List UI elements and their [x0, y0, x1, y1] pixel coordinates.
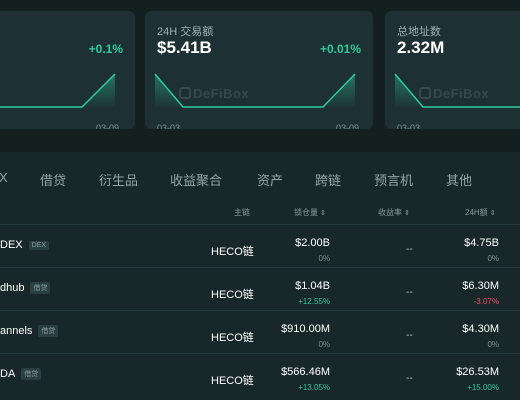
- sort-icon: ⇕: [489, 210, 496, 217]
- defibox-logo-icon: [179, 87, 191, 99]
- tab-lending[interactable]: 借贷: [40, 170, 66, 189]
- volume-change: +15.00%: [467, 383, 499, 392]
- tab-yield-aggregator[interactable]: 收益聚合: [170, 170, 222, 189]
- tab-other[interactable]: 其他: [446, 170, 472, 189]
- tvl-change: +13.05%: [298, 383, 330, 392]
- tab-assets[interactable]: 资产: [257, 170, 283, 189]
- defibox-watermark: DeFiBox: [419, 86, 489, 101]
- volume-value: $4.30M: [462, 323, 499, 335]
- tvl-change: 0%: [318, 254, 330, 263]
- volume-value: $4.75B: [464, 237, 499, 249]
- stat-value: $5.41B: [157, 38, 212, 57]
- tab-dex[interactable]: X: [0, 170, 8, 185]
- table-row[interactable]: DA 借贷 HECO链 $566.46M +13.05% -- $26.53M +…: [0, 353, 520, 396]
- date-start: 03-03: [157, 123, 181, 129]
- category-tag: 借贷: [21, 368, 42, 380]
- sort-icon: ⇕: [320, 210, 326, 217]
- date-end: 03-09: [335, 123, 359, 129]
- project-name: annels 借贷: [0, 325, 59, 337]
- header-chain: 主链: [234, 208, 250, 217]
- project-name: DEX DEX: [0, 239, 50, 251]
- date-start: 03-03: [397, 123, 421, 129]
- date-end: 03-09: [96, 123, 120, 129]
- tab-derivatives[interactable]: 衍生品: [99, 170, 138, 189]
- header-volume[interactable]: 24H额 ⇕: [465, 207, 496, 218]
- tvl-change: +12.55%: [298, 297, 330, 306]
- chain-cell: HECO链: [211, 332, 254, 344]
- category-tag: DEX: [28, 241, 50, 250]
- tvl-value: $2.00B: [295, 237, 330, 249]
- stat-label: 24H 交易额: [157, 26, 214, 38]
- stat-card-addresses[interactable]: 总地址数 2.32M DeFiBox 03-03: [385, 11, 520, 129]
- chain-cell: HECO链: [211, 246, 254, 258]
- volume-change: -3.07%: [473, 297, 499, 306]
- tvl-value: $1.04B: [295, 280, 330, 292]
- header-tvl[interactable]: 锁仓量 ⇕: [294, 207, 326, 218]
- project-name: DA 借贷: [0, 368, 42, 380]
- yield-value: --: [406, 244, 413, 255]
- stat-value: 2.32M: [397, 38, 445, 57]
- volume-value: $26.53M: [456, 366, 499, 378]
- table-row[interactable]: annels 借贷 HECO链 $910.00M 0% -- $4.30M 0%: [0, 310, 520, 353]
- header-yield[interactable]: 收益率 ⇕: [378, 207, 410, 218]
- chain-cell: HECO链: [211, 375, 254, 387]
- volume-change: 0%: [487, 340, 499, 349]
- tab-cross-chain[interactable]: 跨链: [315, 170, 341, 189]
- sort-icon: ⇕: [404, 210, 410, 217]
- volume-value: $6.30M: [462, 280, 499, 292]
- tvl-sparkline: [0, 73, 116, 108]
- volume-change: 0%: [487, 254, 499, 263]
- category-tag: 借贷: [30, 282, 51, 294]
- table-row[interactable]: DEX DEX HECO链 $2.00B 0% -- $4.75B 0%: [0, 224, 520, 267]
- stat-change: +0.1%: [88, 42, 123, 56]
- yield-value: --: [406, 330, 413, 341]
- category-tag: 借贷: [38, 325, 59, 337]
- tvl-change: 0%: [318, 340, 330, 349]
- stat-card-tvl[interactable]: +0.1% 03-09: [0, 11, 135, 129]
- yield-value: --: [406, 373, 413, 384]
- table-row[interactable]: dhub 借贷 HECO链 $1.04B +12.55% -- $6.30M -3…: [0, 267, 520, 310]
- stat-card-volume[interactable]: 24H 交易额 $5.41B +0.01% DeFiBox 03-03 03-0…: [145, 11, 373, 129]
- chain-cell: HECO链: [211, 289, 254, 301]
- category-tabs: X 借贷 衍生品 收益聚合 资产 跨链 预言机 其他: [0, 170, 520, 192]
- stat-change: +0.01%: [319, 42, 361, 56]
- tvl-value: $566.46M: [281, 366, 330, 378]
- defibox-watermark: DeFiBox: [179, 86, 249, 101]
- yield-value: --: [406, 287, 413, 298]
- project-name: dhub 借贷: [0, 282, 51, 294]
- defibox-logo-icon: [419, 87, 431, 99]
- tvl-value: $910.00M: [281, 323, 330, 335]
- stat-label: 总地址数: [397, 26, 441, 38]
- tab-oracle[interactable]: 预言机: [374, 170, 413, 189]
